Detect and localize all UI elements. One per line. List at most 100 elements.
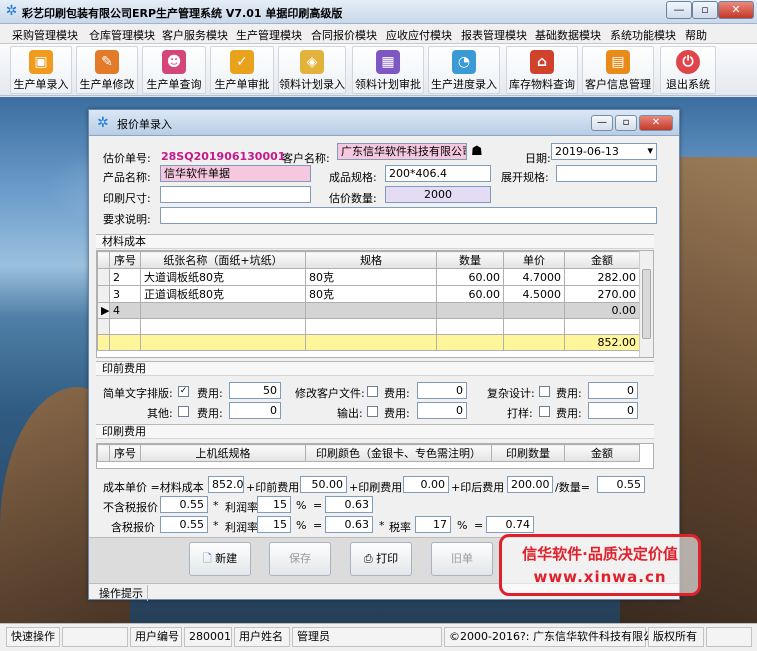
table-row[interactable]: 3 正道调板纸80克 80克 60.00 4.5000 270.00: [97, 285, 640, 303]
toolbar-inventory-query-button[interactable]: ⌂ 库存物料查询: [506, 46, 578, 94]
row-indicator[interactable]: [97, 268, 110, 286]
product-field[interactable]: 信华软件单据: [160, 165, 311, 182]
cell-spec[interactable]: 80克: [305, 285, 437, 303]
incl-mid-field[interactable]: 0.63: [325, 516, 373, 533]
requirement-field[interactable]: [160, 207, 657, 224]
other-checkbox[interactable]: [178, 406, 189, 417]
toolbar-material-plan-approve-button[interactable]: ▦ 领料计划审批: [352, 46, 424, 94]
menu-system[interactable]: 系统功能模块: [610, 27, 676, 43]
output-fee-field[interactable]: 0: [417, 402, 467, 419]
col-header[interactable]: 纸张名称（面纸+坑纸）: [140, 251, 306, 269]
profit-rate-field[interactable]: 15: [257, 496, 291, 513]
col-header[interactable]: 序号: [109, 251, 141, 269]
unfold-spec-field[interactable]: [556, 165, 657, 182]
toolbar-progress-entry-button[interactable]: ◔ 生产进度录入: [428, 46, 500, 94]
menu-production[interactable]: 生产管理模块: [236, 27, 302, 43]
dialog-minimize-button[interactable]: —: [591, 115, 613, 131]
save-button[interactable]: 保存: [269, 542, 331, 576]
col-header[interactable]: 金额: [564, 444, 640, 462]
material-cost-field[interactable]: 852.00: [208, 476, 244, 493]
current-row-arrow-icon[interactable]: ▶: [97, 302, 110, 319]
customer-field[interactable]: 广东信华软件科技有限公司: [337, 143, 467, 160]
quick-actions-label[interactable]: 快速操作: [6, 627, 60, 647]
scroll-thumb[interactable]: [642, 269, 651, 339]
menu-help[interactable]: 帮助: [685, 27, 707, 43]
cell-price[interactable]: [503, 302, 565, 319]
toolbar-order-approve-button[interactable]: ✓ 生产单审批: [210, 46, 274, 94]
incl-result-field[interactable]: 0.74: [486, 516, 534, 533]
toolbar-customer-info-button[interactable]: ▤ 客户信息管理: [582, 46, 654, 94]
dialog-maximize-button[interactable]: ▫: [615, 115, 637, 131]
tax-rate-field[interactable]: 17: [415, 516, 451, 533]
col-header[interactable]: 印刷颜色（金银卡、专色需注明）: [305, 444, 492, 462]
menu-customer-service[interactable]: 客户服务模块: [162, 27, 228, 43]
cell-spec[interactable]: [305, 302, 437, 319]
incl-base-field[interactable]: 0.55: [160, 516, 208, 533]
cell-qty[interactable]: 60.00: [436, 285, 504, 303]
menu-reports[interactable]: 报表管理模块: [461, 27, 527, 43]
complex-design-fee-field[interactable]: 0: [588, 382, 638, 399]
menu-contract-quote[interactable]: 合同报价模块: [311, 27, 377, 43]
col-header[interactable]: 序号: [109, 444, 141, 462]
postpress-cost-field[interactable]: 200.00: [507, 476, 553, 493]
excl-base-field[interactable]: 0.55: [160, 496, 208, 513]
incl-profit-rate-field[interactable]: 15: [257, 516, 291, 533]
cell-price[interactable]: 4.7000: [503, 268, 565, 286]
proof-checkbox[interactable]: [539, 406, 550, 417]
print-button[interactable]: ⎙ 打印: [350, 542, 412, 576]
customer-lookup-icon[interactable]: ☗: [471, 143, 491, 160]
toolbar-order-query-button[interactable]: ☻ 生产单查询: [142, 46, 206, 94]
cell-name[interactable]: 正道调板纸80克: [140, 285, 306, 303]
modify-file-fee-field[interactable]: 0: [417, 382, 467, 399]
col-header[interactable]: 印刷数量: [491, 444, 565, 462]
menu-base-data[interactable]: 基础数据模块: [535, 27, 601, 43]
row-indicator[interactable]: [97, 285, 110, 303]
printing-cost-field[interactable]: 0.00: [403, 476, 449, 493]
output-checkbox[interactable]: [367, 406, 378, 417]
menu-purchase[interactable]: 采购管理模块: [12, 27, 78, 43]
old-order-button[interactable]: 旧单: [431, 542, 493, 576]
unit-cost-field[interactable]: 0.55: [597, 476, 645, 493]
proof-fee-field[interactable]: 0: [588, 402, 638, 419]
other-fee-field[interactable]: 0: [229, 402, 281, 419]
toolbar-order-entry-button[interactable]: ▣ 生产单录入: [10, 46, 72, 94]
col-header[interactable]: 单价: [503, 251, 565, 269]
col-header[interactable]: 数量: [436, 251, 504, 269]
cell-amount[interactable]: 270.00: [564, 285, 640, 303]
cell-amount[interactable]: 282.00: [564, 268, 640, 286]
cell-price[interactable]: 4.5000: [503, 285, 565, 303]
minimize-button[interactable]: —: [666, 1, 692, 19]
col-header[interactable]: 上机纸规格: [140, 444, 306, 462]
table-row[interactable]: 2 大道调板纸80克 80克 60.00 4.7000 282.00: [97, 268, 640, 286]
toolbar-exit-button[interactable]: ⏻ 退出系统: [660, 46, 716, 94]
cell-no[interactable]: 3: [109, 285, 141, 303]
cell-spec[interactable]: 80克: [305, 268, 437, 286]
menu-receivable-payable[interactable]: 应收应付模块: [386, 27, 452, 43]
col-header[interactable]: 规格: [305, 251, 437, 269]
cell-name[interactable]: 大道调板纸80克: [140, 268, 306, 286]
col-header[interactable]: 金额: [564, 251, 640, 269]
close-button[interactable]: ✕: [718, 1, 754, 19]
table-row-selected[interactable]: ▶ 4 0.00: [97, 302, 640, 319]
quote-qty-field[interactable]: 2000: [385, 186, 491, 203]
excl-result-field[interactable]: 0.63: [325, 496, 373, 513]
simple-text-checkbox[interactable]: ✓: [178, 386, 189, 397]
modify-file-checkbox[interactable]: [367, 386, 378, 397]
cell-no[interactable]: 2: [109, 268, 141, 286]
complex-design-checkbox[interactable]: [539, 386, 550, 397]
cell-no[interactable]: 4: [109, 302, 141, 319]
toolbar-order-edit-button[interactable]: ✎ 生产单修改: [76, 46, 138, 94]
print-size-field[interactable]: [160, 186, 311, 203]
finished-spec-field[interactable]: 200*406.4: [385, 165, 491, 182]
date-picker[interactable]: 2019-06-13 ▾: [551, 143, 657, 160]
cell-qty[interactable]: 60.00: [436, 268, 504, 286]
cell-name[interactable]: [140, 302, 306, 319]
material-scrollbar[interactable]: [639, 251, 653, 357]
maximize-button[interactable]: ▫: [692, 1, 718, 19]
cell-amount[interactable]: 0.00: [564, 302, 640, 319]
toolbar-material-plan-entry-button[interactable]: ◈ 领料计划录入: [278, 46, 346, 94]
new-button[interactable]: 🗋 新建: [189, 542, 251, 576]
menu-warehouse[interactable]: 仓库管理模块: [89, 27, 155, 43]
cell-qty[interactable]: [436, 302, 504, 319]
simple-text-fee-field[interactable]: 50: [229, 382, 281, 399]
